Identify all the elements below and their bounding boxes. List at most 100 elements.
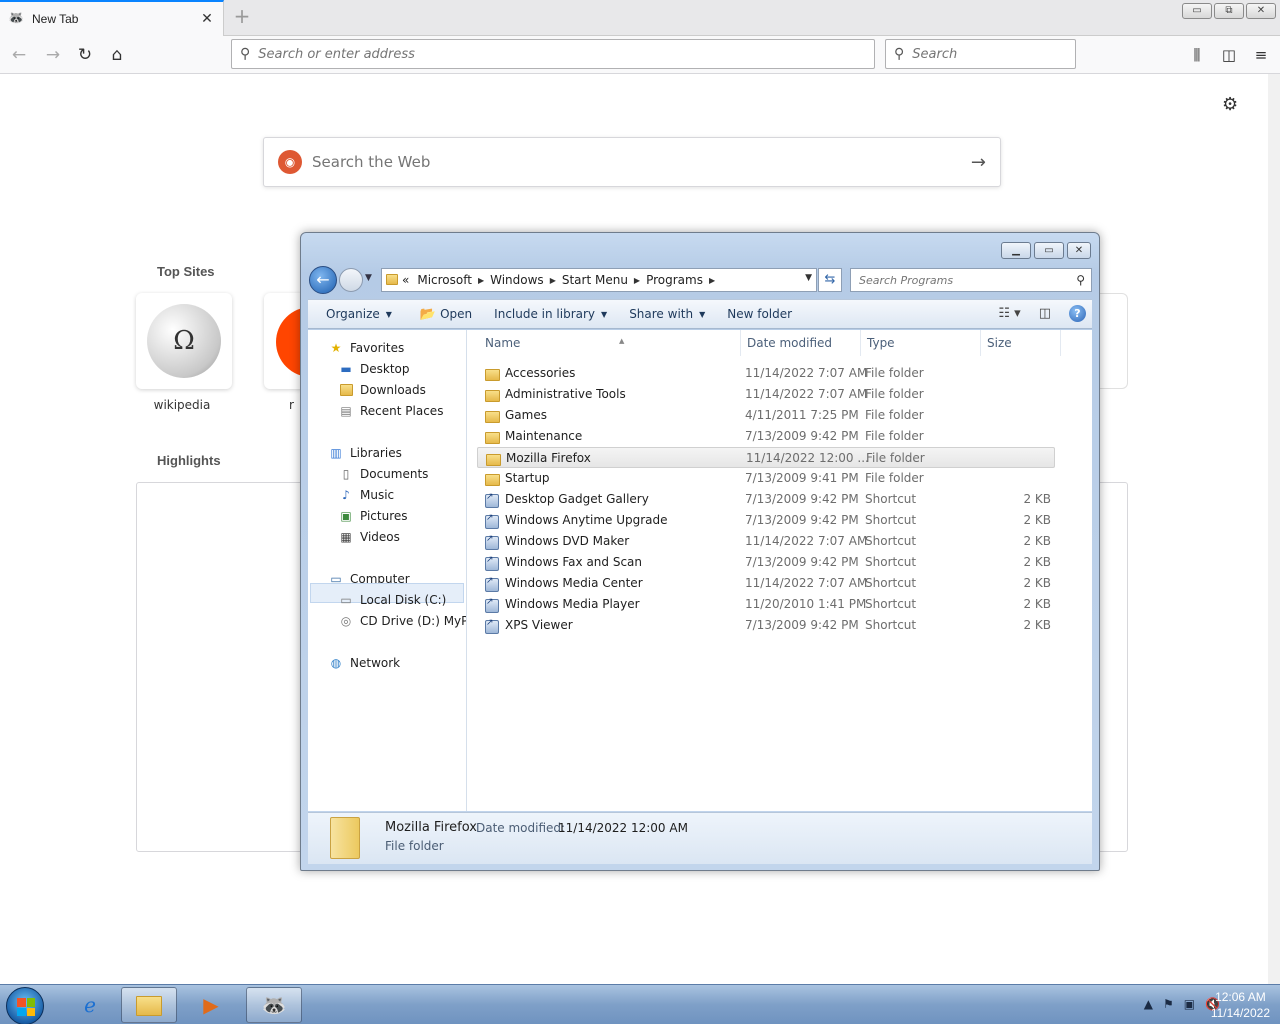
file-row[interactable]: Mozilla Firefox 11/14/2022 12:00 ... File … xyxy=(477,447,1055,468)
library-icon[interactable]: ⫼ xyxy=(1186,42,1208,68)
breadcrumb-programs[interactable]: Programs xyxy=(646,273,703,287)
explorer-search-input[interactable] xyxy=(859,273,1077,287)
top-site-wikipedia[interactable]: Ω xyxy=(136,293,232,389)
forward-arrow-icon[interactable] xyxy=(339,268,363,292)
nav-favorites[interactable]: ★ Favorites xyxy=(328,341,405,355)
folder-icon xyxy=(485,470,501,486)
nav-network[interactable]: ◍ Network xyxy=(328,656,400,670)
nav-recent-places[interactable]: ▤ Recent Places xyxy=(338,404,443,418)
details-name: Mozilla Firefox xyxy=(385,820,477,835)
column-header-type[interactable]: Type xyxy=(861,330,981,356)
include-in-library-button[interactable]: Include in library ▼ xyxy=(486,307,615,321)
breadcrumb-chevron-icon[interactable]: ▶ xyxy=(550,276,556,285)
media-player-icon[interactable]: ▶ xyxy=(183,987,239,1023)
menu-icon[interactable]: ≡ xyxy=(1250,42,1272,68)
address-bar[interactable]: ⚲ xyxy=(231,39,875,69)
explorer-taskbar-icon[interactable] xyxy=(121,987,177,1023)
system-clock[interactable]: 12:06 AM 11/14/2022 xyxy=(1211,989,1270,1021)
explorer-maximize-button[interactable]: ▭ xyxy=(1034,242,1064,259)
back-arrow-icon[interactable]: ← xyxy=(6,42,32,68)
refresh-icon[interactable]: ⇆ xyxy=(818,268,842,292)
breadcrumb-windows[interactable]: Windows xyxy=(490,273,544,287)
file-row[interactable]: Administrative Tools 11/14/2022 7:07 AM Fi… xyxy=(477,384,1055,405)
restore-button[interactable]: ⧉ xyxy=(1214,3,1244,19)
file-row[interactable]: Accessories 11/14/2022 7:07 AM File folder xyxy=(477,363,1055,384)
show-hidden-icons-icon[interactable]: ▲ xyxy=(1144,997,1153,1011)
nav-label: Documents xyxy=(360,467,429,481)
tab-new-tab[interactable]: 🦝 New Tab ✕ xyxy=(0,0,224,36)
back-arrow-icon[interactable]: ← xyxy=(309,266,337,294)
open-button[interactable]: 📂 Open xyxy=(412,307,480,322)
nav-documents[interactable]: ▯ Documents xyxy=(338,467,429,481)
organize-button[interactable]: Organize ▼ xyxy=(318,307,400,321)
internet-explorer-icon[interactable]: ℯ xyxy=(62,987,118,1023)
new-folder-label: New folder xyxy=(727,307,793,321)
nav-local-disk[interactable]: ▭ Local Disk (C:) xyxy=(338,593,446,607)
reload-icon[interactable]: ↻ xyxy=(72,42,98,68)
url-input[interactable] xyxy=(258,46,829,62)
explorer-close-button[interactable]: ✕ xyxy=(1067,242,1091,259)
nav-cd-drive[interactable]: ◎ CD Drive (D:) MyPal xyxy=(338,614,466,628)
breadcrumb-microsoft[interactable]: Microsoft xyxy=(417,273,472,287)
music-icon: ♪ xyxy=(342,488,350,502)
file-row[interactable]: Windows Fax and Scan 7/13/2009 9:42 PM Sho… xyxy=(477,552,1055,573)
breadcrumb-chevron-icon[interactable]: ▶ xyxy=(709,276,715,285)
chevron-down-icon[interactable]: ▼ xyxy=(805,273,812,283)
explorer-search-box[interactable]: ⚲ xyxy=(850,268,1092,292)
file-row[interactable]: Games 4/11/2011 7:25 PM File folder xyxy=(477,405,1055,426)
new-tab-button[interactable]: + xyxy=(232,6,252,26)
action-center-flag-icon[interactable]: ⚑ xyxy=(1163,997,1174,1011)
minimize-button[interactable]: ▭ xyxy=(1182,3,1212,19)
file-name: Windows Fax and Scan xyxy=(505,555,643,569)
recent-pages-dropdown-icon[interactable]: ▼ xyxy=(365,273,372,283)
nav-desktop[interactable]: ▬ Desktop xyxy=(338,362,409,376)
sidebar-icon[interactable]: ◫ xyxy=(1218,42,1240,68)
network-tray-icon[interactable]: ▣ xyxy=(1184,997,1195,1011)
nav-libraries[interactable]: ▥ Libraries xyxy=(328,446,402,460)
file-row[interactable]: Startup 7/13/2009 9:41 PM File folder xyxy=(477,468,1055,489)
column-header-size[interactable]: Size xyxy=(981,330,1061,356)
breadcrumb-chevron-icon[interactable]: ▶ xyxy=(634,276,640,285)
nav-pictures[interactable]: ▣ Pictures xyxy=(338,509,407,523)
firefox-taskbar-icon[interactable]: 🦝 xyxy=(246,987,302,1023)
search-input[interactable] xyxy=(912,46,1075,62)
file-date: 7/13/2009 9:42 PM xyxy=(745,513,859,527)
file-row[interactable]: Windows Anytime Upgrade 7/13/2009 9:42 PM… xyxy=(477,510,1055,531)
share-with-button[interactable]: Share with ▼ xyxy=(621,307,713,321)
search-bar[interactable]: ⚲ xyxy=(885,39,1076,69)
file-type: File folder xyxy=(865,387,924,401)
explorer-command-bar: Organize ▼ 📂 Open Include in library ▼ Shar… xyxy=(308,299,1092,329)
arrow-right-icon[interactable]: → xyxy=(971,152,986,173)
breadcrumb-chevron-icon[interactable]: ▶ xyxy=(478,276,484,285)
help-icon[interactable]: ? xyxy=(1069,305,1086,322)
nav-videos[interactable]: ▦ Videos xyxy=(338,530,400,544)
file-row[interactable]: Windows Media Center 11/14/2022 7:07 AMSh… xyxy=(477,573,1055,594)
page-scrollbar[interactable] xyxy=(1268,74,1280,984)
breadcrumb-start-menu[interactable]: Start Menu xyxy=(562,273,628,287)
web-search-input[interactable] xyxy=(312,153,971,171)
nav-label: Local Disk (C:) xyxy=(360,593,447,607)
file-row[interactable]: XPS Viewer 7/13/2009 9:42 PM Shortcut 2 KB xyxy=(477,615,1055,636)
file-row[interactable]: Desktop Gadget Gallery 7/13/2009 9:42 PM S… xyxy=(477,489,1055,510)
column-header-date[interactable]: Date modified xyxy=(741,330,861,356)
explorer-breadcrumb[interactable]: « Microsoft ▶ Windows ▶ Start Menu ▶ Pro… xyxy=(381,268,817,292)
gear-icon[interactable]: ⚙ xyxy=(1222,94,1238,115)
web-search-box[interactable]: ◉ → xyxy=(263,137,1001,187)
new-folder-button[interactable]: New folder xyxy=(719,307,800,321)
chevron-down-icon: ▼ xyxy=(601,309,608,319)
close-window-button[interactable]: ✕ xyxy=(1246,3,1276,19)
file-row[interactable]: Windows DVD Maker 11/14/2022 7:07 AMShort… xyxy=(477,531,1055,552)
start-button[interactable] xyxy=(6,987,44,1024)
home-icon[interactable]: ⌂ xyxy=(104,42,130,68)
file-row[interactable]: Maintenance 7/13/2009 9:42 PM File folder xyxy=(477,426,1055,447)
file-row[interactable]: Windows Media Player 11/20/2010 1:41 PMSh… xyxy=(477,594,1055,615)
forward-arrow-icon[interactable]: → xyxy=(40,42,66,68)
preview-pane-icon[interactable]: ◫ xyxy=(1039,306,1051,321)
close-tab-icon[interactable]: ✕ xyxy=(199,11,215,27)
nav-music[interactable]: ♪ Music xyxy=(338,488,394,502)
nav-downloads[interactable]: Downloads xyxy=(338,383,426,397)
explorer-minimize-button[interactable]: ▁ xyxy=(1001,242,1031,259)
breadcrumb-overflow[interactable]: « xyxy=(402,273,409,287)
view-options-icon[interactable]: ☷ ▾ xyxy=(998,306,1020,321)
column-header-name[interactable]: Name ▲ xyxy=(479,330,741,356)
